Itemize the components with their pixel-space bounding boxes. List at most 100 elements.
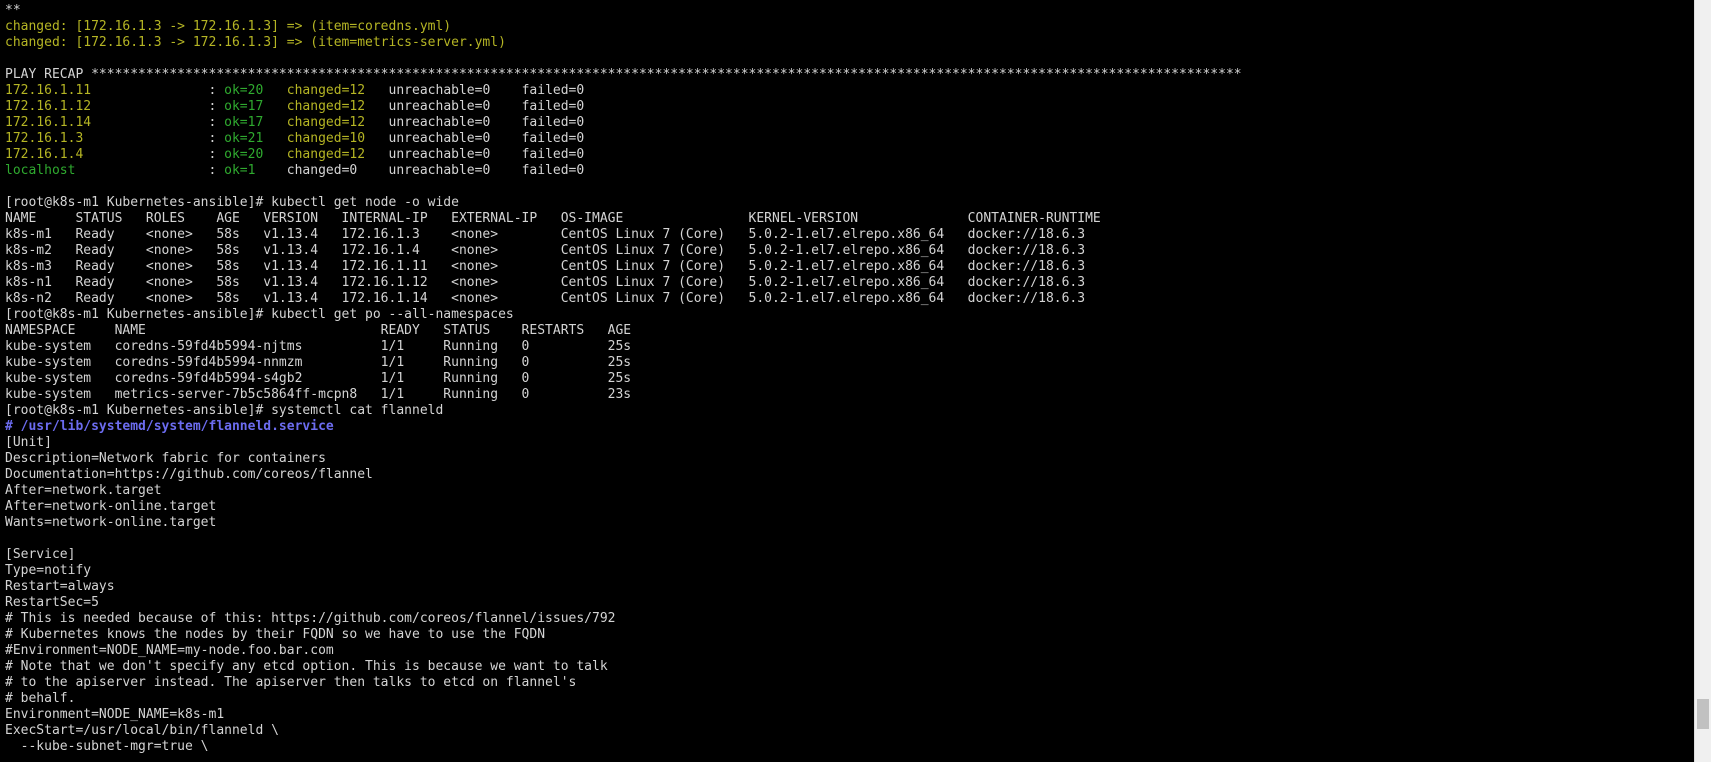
terminal-text-segment: kube-system coredns-59fd4b5994-nnmzm 1/1… [5, 355, 632, 370]
terminal-line: #Environment=NODE_NAME=my-node.foo.bar.c… [5, 643, 1242, 659]
terminal-text-segment: [Service] [5, 547, 76, 562]
terminal-line: 172.16.1.3 : ok=21 changed=10 unreachabl… [5, 131, 1242, 147]
terminal-text-segment: # Kubernetes knows the nodes by their FQ… [5, 627, 546, 642]
terminal-text-segment: kube-system metrics-server-7b5c5864ff-mc… [5, 387, 632, 402]
terminal-text-segment: ok=1 [224, 163, 287, 178]
terminal-text-segment: localhost [5, 163, 209, 178]
terminal-text-segment: ok=17 [224, 99, 287, 114]
terminal-text-segment: ok=20 [224, 147, 287, 162]
terminal-line: Restart=always [5, 579, 1242, 595]
terminal-text-segment: --kube-subnet-mgr=true \ [5, 739, 209, 754]
terminal-text-segment: ok=20 [224, 83, 287, 98]
terminal-line: k8s-n1 Ready <none> 58s v1.13.4 172.16.1… [5, 275, 1242, 291]
terminal-window[interactable]: ** changed: [172.16.1.3 -> 172.16.1.3] =>… [0, 0, 1694, 762]
terminal-text-segment: k8s-n2 Ready <none> 58s v1.13.4 172.16.1… [5, 291, 1086, 306]
terminal-text-segment: unreachable=0 failed=0 [388, 83, 585, 98]
terminal-line: 172.16.1.4 : ok=20 changed=12 unreachabl… [5, 147, 1242, 163]
terminal-line: RestartSec=5 [5, 595, 1242, 611]
terminal-line: Type=notify [5, 563, 1242, 579]
terminal-line: [root@k8s-m1 Kubernetes-ansible]# system… [5, 403, 1242, 419]
terminal-line: # This is needed because of this: https:… [5, 611, 1242, 627]
terminal-text-segment: unreachable=0 failed=0 [388, 147, 585, 162]
terminal-text-segment: Restart=always [5, 579, 115, 594]
terminal-line: Wants=network-online.target [5, 515, 1242, 531]
terminal-line: [Unit] [5, 435, 1242, 451]
terminal-text-segment: RestartSec=5 [5, 595, 99, 610]
terminal-line: # /usr/lib/systemd/system/flanneld.servi… [5, 419, 1242, 435]
terminal-text-segment: [root@k8s-m1 Kubernetes-ansible]# system… [5, 403, 444, 418]
terminal-line: Description=Network fabric for container… [5, 451, 1242, 467]
terminal-text-segment: changed=10 [286, 131, 389, 146]
terminal-text-segment: : [208, 83, 225, 98]
terminal-text-segment: changed=12 [286, 83, 389, 98]
terminal-text-segment: [root@k8s-m1 Kubernetes-ansible]# kubect… [5, 195, 459, 210]
terminal-line: # behalf. [5, 691, 1242, 707]
terminal-line: --kube-subnet-mgr=true \ [5, 739, 1242, 755]
vertical-scrollbar[interactable] [1694, 0, 1711, 762]
terminal-text-segment: 172.16.1.12 [5, 99, 209, 114]
terminal-line: 172.16.1.11 : ok=20 changed=12 unreachab… [5, 83, 1242, 99]
terminal-text-segment: ** [5, 3, 21, 18]
terminal-line: [root@k8s-m1 Kubernetes-ansible]# kubect… [5, 307, 1242, 323]
terminal-text-segment: # to the apiserver instead. The apiserve… [5, 675, 577, 690]
terminal-text-segment: unreachable=0 failed=0 [388, 115, 585, 130]
terminal-text-segment: : [208, 163, 225, 178]
terminal-text-segment: # This is needed because of this: https:… [5, 611, 616, 626]
terminal-line: After=network-online.target [5, 499, 1242, 515]
terminal-line: ExecStart=/usr/local/bin/flanneld \ [5, 723, 1242, 739]
terminal-text-segment: #Environment=NODE_NAME=my-node.foo.bar.c… [5, 643, 334, 658]
terminal-line: NAMESPACE NAME READY STATUS RESTARTS AGE [5, 323, 1242, 339]
terminal-line: kube-system metrics-server-7b5c5864ff-mc… [5, 387, 1242, 403]
terminal-text-segment: ExecStart=/usr/local/bin/flanneld \ [5, 723, 279, 738]
terminal-text-segment: : [208, 147, 225, 162]
terminal-line: k8s-m1 Ready <none> 58s v1.13.4 172.16.1… [5, 227, 1242, 243]
terminal-line: kube-system coredns-59fd4b5994-nnmzm 1/1… [5, 355, 1242, 371]
terminal-text-segment: k8s-n1 Ready <none> 58s v1.13.4 172.16.1… [5, 275, 1086, 290]
terminal-text-segment: changed: [172.16.1.3 -> 172.16.1.3] => (… [5, 35, 506, 50]
terminal-text-segment: Environment=NODE_NAME=k8s-m1 [5, 707, 225, 722]
terminal-text-segment: : [208, 131, 225, 146]
terminal-text-segment: PLAY RECAP *****************************… [5, 67, 1242, 82]
terminal-output: ** changed: [172.16.1.3 -> 172.16.1.3] =>… [5, 3, 1242, 755]
terminal-text-segment: 172.16.1.14 [5, 115, 209, 130]
terminal-text-segment: : [208, 99, 225, 114]
terminal-line: [root@k8s-m1 Kubernetes-ansible]# kubect… [5, 195, 1242, 211]
terminal-text-segment: ok=17 [224, 115, 287, 130]
terminal-text-segment: # behalf. [5, 691, 76, 706]
terminal-text-segment: k8s-m3 Ready <none> 58s v1.13.4 172.16.1… [5, 259, 1086, 274]
terminal-text-segment: ok=21 [224, 131, 287, 146]
terminal-line: NAME STATUS ROLES AGE VERSION INTERNAL-I… [5, 211, 1242, 227]
terminal-text-segment: [root@k8s-m1 Kubernetes-ansible]# kubect… [5, 307, 514, 322]
terminal-line: ** [5, 3, 1242, 19]
terminal-line: # to the apiserver instead. The apiserve… [5, 675, 1242, 691]
terminal-text-segment: k8s-m1 Ready <none> 58s v1.13.4 172.16.1… [5, 227, 1086, 242]
terminal-text-segment: Type=notify [5, 563, 92, 578]
terminal-line: [Service] [5, 547, 1242, 563]
terminal-text-segment: [Unit] [5, 435, 52, 450]
scrollbar-thumb[interactable] [1697, 699, 1709, 729]
terminal-line: k8s-m3 Ready <none> 58s v1.13.4 172.16.1… [5, 259, 1242, 275]
terminal-text-segment: Wants=network-online.target [5, 515, 217, 530]
terminal-line: changed: [172.16.1.3 -> 172.16.1.3] => (… [5, 35, 1242, 51]
terminal-text-segment: changed: [172.16.1.3 -> 172.16.1.3] => (… [5, 19, 452, 34]
terminal-text-segment: changed=12 [286, 99, 389, 114]
terminal-line: # Note that we don't specify any etcd op… [5, 659, 1242, 675]
terminal-line: Documentation=https://github.com/coreos/… [5, 467, 1242, 483]
terminal-text-segment: changed=0 unreachable=0 failed=0 [286, 163, 585, 178]
terminal-text-segment: changed=12 [286, 115, 389, 130]
terminal-text-segment: k8s-m2 Ready <none> 58s v1.13.4 172.16.1… [5, 243, 1086, 258]
terminal-text-segment: unreachable=0 failed=0 [388, 99, 585, 114]
terminal-text-segment: After=network.target [5, 483, 162, 498]
terminal-line: # Kubernetes knows the nodes by their FQ… [5, 627, 1242, 643]
terminal-line: Environment=NODE_NAME=k8s-m1 [5, 707, 1242, 723]
terminal-line: k8s-n2 Ready <none> 58s v1.13.4 172.16.1… [5, 291, 1242, 307]
terminal-line: After=network.target [5, 483, 1242, 499]
terminal-text-segment: changed=12 [286, 147, 389, 162]
terminal-text-segment: : [208, 115, 225, 130]
terminal-line: 172.16.1.12 : ok=17 changed=12 unreachab… [5, 99, 1242, 115]
terminal-line: localhost : ok=1 changed=0 unreachable=0… [5, 163, 1242, 179]
terminal-text-segment: unreachable=0 failed=0 [388, 131, 585, 146]
terminal-line: PLAY RECAP *****************************… [5, 67, 1242, 83]
